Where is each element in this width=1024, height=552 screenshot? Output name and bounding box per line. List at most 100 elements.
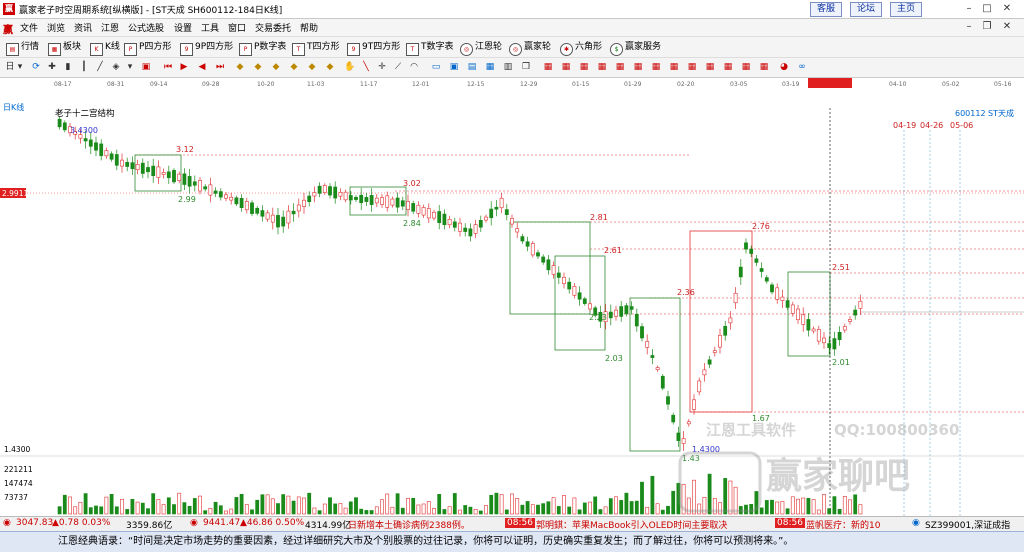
cascade-icon[interactable]: ❐: [520, 61, 532, 73]
status-bar: ◉ 3047.83 ▲0.78 0.03% 3359.86亿 ◉ 9441.47…: [0, 516, 1024, 532]
maximize-icon[interactable]: □: [980, 2, 994, 15]
news-ticker-3[interactable]: 蓝帆医疗：新的10: [806, 518, 890, 531]
news-ticker-1[interactable]: 日新增本土确诊病例2388例。: [348, 518, 470, 531]
diamond-icon[interactable]: ◆: [234, 61, 246, 73]
fan-icon[interactable]: ⟋: [392, 61, 404, 73]
line-chart-icon[interactable]: ╱: [94, 61, 106, 73]
arc-icon[interactable]: ◠: [408, 61, 420, 73]
chart-tool-icon[interactable]: ▦: [542, 61, 554, 73]
winner-wheel-button[interactable]: ◎ 赢家轮: [509, 40, 551, 56]
diamond-3-icon[interactable]: ◆: [270, 61, 282, 73]
diamond-2-icon[interactable]: ◆: [252, 61, 264, 73]
chart-tool-6-icon[interactable]: ▦: [632, 61, 644, 73]
volume-bar: [333, 503, 338, 515]
first-icon[interactable]: ⏮: [162, 61, 174, 73]
chart-tool-8-icon[interactable]: ▦: [668, 61, 680, 73]
volume-bar: [416, 504, 421, 515]
save-icon[interactable]: ▣: [448, 61, 460, 73]
chart-tool-4-icon[interactable]: ▦: [596, 61, 608, 73]
menu-settings[interactable]: 设置: [174, 21, 192, 34]
volume-bar: [250, 509, 254, 515]
p-table-button[interactable]: P P数字表: [239, 40, 286, 56]
candle-body: [57, 118, 62, 128]
chart-tool-2-icon[interactable]: ▦: [560, 61, 572, 73]
chart-tool-3-icon[interactable]: ▦: [578, 61, 590, 73]
candle-body: [588, 303, 592, 310]
volume-bar: [234, 497, 239, 515]
grid-icon[interactable]: ▦: [484, 61, 496, 73]
diamond-4-icon[interactable]: ◆: [288, 61, 300, 73]
sector-button[interactable]: ▦ 板块: [48, 40, 81, 56]
menu-browse[interactable]: 浏览: [47, 21, 65, 34]
kline-chart-panel[interactable]: 08-17 08-31 09-14 09-28 10-20 11-03 11-17 12-01…: [0, 78, 1024, 516]
p-square-button[interactable]: P P四方形: [124, 40, 171, 56]
watermark: 江恩工具软件 QQ:100800360 赢家聊吧: [678, 421, 959, 513]
diamond-6-icon[interactable]: ◆: [324, 61, 336, 73]
menu-info[interactable]: 资讯: [74, 21, 92, 34]
chart-tool-12-icon[interactable]: ▦: [740, 61, 752, 73]
volume-bar: [484, 505, 488, 515]
period-select-icon[interactable]: 日: [4, 61, 16, 73]
price-label-203: 2.03: [605, 354, 623, 363]
volume-bar: [78, 501, 83, 515]
crosshair-icon[interactable]: ✚: [46, 61, 58, 73]
support-link[interactable]: 客服: [810, 2, 843, 17]
chart-tool-5-icon[interactable]: ▦: [614, 61, 626, 73]
9p-square-button[interactable]: 9 9P四方形: [180, 40, 233, 56]
minimize-icon[interactable]: –: [962, 2, 976, 15]
chart-tool-10-icon[interactable]: ▦: [704, 61, 716, 73]
bar-chart-icon[interactable]: ▮: [62, 61, 74, 73]
t-table-button[interactable]: T T数字表: [406, 40, 454, 56]
chart-tool-7-icon[interactable]: ▦: [650, 61, 662, 73]
menu-window[interactable]: 窗口: [228, 21, 246, 34]
candle-icon[interactable]: ┃: [78, 61, 90, 73]
child-restore-icon[interactable]: ❐: [980, 20, 994, 33]
volume-bar: [192, 498, 197, 515]
kline-button[interactable]: K K线: [90, 40, 120, 56]
volume-bar: [156, 499, 161, 515]
infinity-icon[interactable]: ∞: [796, 61, 808, 73]
9t-square-button[interactable]: 9 9T四方形: [347, 40, 400, 56]
trendline-icon[interactable]: ╲: [360, 61, 372, 73]
refresh-icon[interactable]: ⟳: [30, 61, 42, 73]
tile-icon[interactable]: ▥: [502, 61, 514, 73]
gann-wheel-button[interactable]: ◎ 江恩轮: [460, 40, 502, 56]
close-icon[interactable]: ✕: [1000, 2, 1014, 15]
forum-link[interactable]: 论坛: [850, 2, 883, 17]
pie-icon[interactable]: ◕: [778, 61, 790, 73]
hexagon-button[interactable]: ✱ 六角形: [560, 40, 602, 56]
child-minimize-icon[interactable]: –: [962, 20, 976, 33]
pattern-dropdown-icon[interactable]: ▾: [126, 61, 134, 73]
window-icon[interactable]: ▤: [466, 61, 478, 73]
diamond-5-icon[interactable]: ◆: [306, 61, 318, 73]
candle-body: [671, 414, 676, 423]
volume-bar: [151, 493, 156, 515]
step-right-icon[interactable]: ▶: [178, 61, 190, 73]
date-label: 05-16: [994, 81, 1012, 88]
volume-bar: [62, 494, 67, 515]
menu-file[interactable]: 文件: [20, 21, 38, 34]
step-left-icon[interactable]: ◀: [196, 61, 208, 73]
dropdown-arrow-icon[interactable]: ▾: [16, 61, 24, 73]
hand-icon[interactable]: ✋: [344, 61, 356, 73]
chart-tool-9-icon[interactable]: ▦: [686, 61, 698, 73]
last-icon[interactable]: ⏭: [214, 61, 226, 73]
menu-formula[interactable]: 公式选股: [128, 21, 164, 34]
chart-tool-13-icon[interactable]: ▦: [758, 61, 770, 73]
quotes-button[interactable]: ▤ 行情: [6, 40, 39, 56]
menu-tools[interactable]: 工具: [201, 21, 219, 34]
menu-gann[interactable]: 江恩: [101, 21, 119, 34]
child-close-icon[interactable]: ✕: [1000, 20, 1014, 33]
menu-trade[interactable]: 交易委托: [255, 21, 291, 34]
chart-tool-11-icon[interactable]: ▦: [722, 61, 734, 73]
t-square-button[interactable]: T T四方形: [292, 40, 340, 56]
menu-help[interactable]: 帮助: [300, 21, 318, 34]
winner-service-button[interactable]: $ 赢家服务: [610, 40, 661, 56]
news-ticker-2[interactable]: 郭明錤：苹果MacBook引入OLED时间主要取决: [536, 518, 727, 531]
index-switch-icon[interactable]: ◉: [912, 518, 920, 528]
screen-icon[interactable]: ▭: [430, 61, 442, 73]
home-link[interactable]: 主页: [890, 2, 923, 17]
cross-line-icon[interactable]: ✛: [376, 61, 388, 73]
pattern-icon[interactable]: ◈: [110, 61, 122, 73]
marker-icon[interactable]: ▣: [140, 61, 152, 73]
